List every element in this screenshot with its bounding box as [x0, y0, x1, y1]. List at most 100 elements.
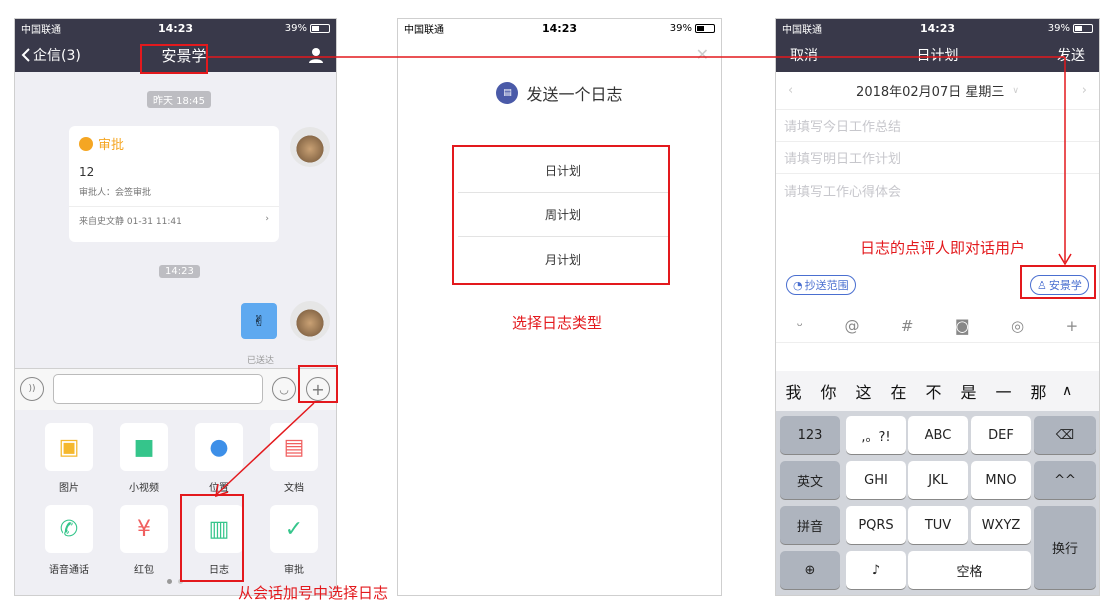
card-source: 来自史文静 01-31 11:41	[79, 217, 182, 227]
key-abc[interactable]: ABC	[908, 416, 968, 454]
tomorrow-plan-field[interactable]: 请填写明日工作计划	[776, 142, 1099, 174]
key-py[interactable]: 拼音	[780, 506, 840, 544]
backspace-icon[interactable]: ⌫	[1034, 416, 1096, 454]
sheet-header: ▤ 发送一个日志	[398, 81, 721, 105]
key-punct[interactable]: ,。?!	[846, 416, 906, 454]
highlight-title	[140, 44, 208, 74]
candidate-word[interactable]: 你	[811, 379, 846, 403]
daily-plan-screen: 中国联通 14:23 39% 取消 日计划 发送 ‹ 2018年02月07日 星…	[775, 18, 1100, 596]
grid-item-7[interactable]: ✓ 审批	[264, 505, 324, 576]
location-icon: ●	[209, 434, 229, 460]
highlight-plus	[298, 365, 338, 403]
voice-icon[interactable]: ))	[20, 377, 44, 401]
battery-icon	[310, 24, 330, 33]
sheet-title: 发送一个日志	[526, 85, 623, 104]
candidate-bar: 我你这在不是一那 ∧	[776, 371, 1099, 411]
expand-candidates-icon[interactable]: ∧	[1062, 383, 1072, 399]
key-ghi[interactable]: GHI	[846, 461, 906, 499]
key-tuv[interactable]: TUV	[908, 506, 968, 544]
attachment-toolbar: ᵕ @ # ◙ ◎ +	[776, 309, 1099, 343]
avatar[interactable]	[290, 301, 330, 341]
candidate-word[interactable]: 这	[846, 379, 881, 403]
journal-icon: ▤	[496, 82, 519, 104]
plus-icon[interactable]: +	[1066, 317, 1079, 335]
status-bar: 中国联通 14:23 39%	[776, 19, 1099, 38]
cc-scope-button[interactable]: ◔ 抄送范围	[786, 275, 856, 295]
card-content: 12	[79, 165, 95, 179]
globe-icon[interactable]: ⊕	[780, 551, 840, 589]
message-input[interactable]	[53, 374, 263, 404]
highlight-reviewer	[1020, 265, 1096, 299]
key-enter[interactable]: 换行	[1034, 506, 1096, 589]
experience-field[interactable]: 请填写工作心得体会	[776, 174, 1099, 206]
hash-icon[interactable]: #	[901, 317, 914, 335]
share-icon: ◔	[793, 278, 803, 292]
timestamp-today: 14:23	[159, 265, 200, 278]
key-jkl[interactable]: JKL	[908, 461, 968, 499]
key-num[interactable]: 123	[780, 416, 840, 454]
journal-type-screen: 中国联通 14:23 39% ✕ ▤ 发送一个日志 日计划 周计划 月计划	[397, 18, 722, 596]
highlight-journal	[180, 494, 244, 582]
grid-item-label: 文档	[284, 483, 304, 494]
send-button[interactable]: 发送	[1057, 45, 1085, 65]
camera-icon[interactable]: ◙	[955, 317, 970, 335]
composite-screenshot: 中国联通 14:23 39% 企信(3) 安景学 昨天 18:45 审批 12 …	[0, 0, 1115, 609]
key-space[interactable]: 空格	[908, 551, 1031, 589]
candidate-word[interactable]: 是	[951, 379, 986, 403]
grid-item-0[interactable]: ▣ 图片	[39, 423, 99, 494]
approval-card[interactable]: 审批 12 审批人：会签审批 来自史文静 01-31 11:41 ›	[69, 126, 279, 242]
date-selector: ‹ 2018年02月07日 星期三 ∨ ›	[776, 72, 1099, 110]
grid-item-2[interactable]: ● 位置	[189, 423, 249, 494]
chevron-right-icon: ›	[265, 214, 269, 224]
candidate-word[interactable]: 在	[881, 379, 916, 403]
today-summary-field[interactable]: 请填写今日工作总结	[776, 110, 1099, 142]
keyboard: 我你这在不是一那 ∧ 123,。?! ABC DEF ⌫ 英文 GHI JKL MNO ^^ 拼音 P…	[776, 371, 1099, 595]
emoji-icon[interactable]: ◡	[272, 377, 296, 401]
avatar[interactable]	[290, 127, 330, 167]
grid-item-1[interactable]: ■ 小视频	[114, 423, 174, 494]
chevron-down-icon[interactable]: ∨	[1012, 86, 1019, 96]
at-icon[interactable]: @	[844, 317, 859, 335]
annotation-select-type: 选择日志类型	[512, 314, 603, 332]
battery-icon	[1073, 24, 1093, 33]
grid-item-4[interactable]: ✆ 语音通话	[39, 505, 99, 576]
grid-item-label: 图片	[59, 483, 79, 494]
key-pqrs[interactable]: PQRS	[846, 506, 906, 544]
document-icon: ▤	[283, 434, 305, 460]
status-time: 14:23	[919, 22, 955, 35]
chevron-left-icon	[21, 48, 30, 62]
candidate-word[interactable]: 我	[776, 379, 811, 403]
card-title: 审批	[98, 138, 125, 153]
next-date-icon[interactable]: ›	[1082, 83, 1087, 98]
status-time: 14:23	[541, 22, 577, 35]
red-packet-icon: ¥	[137, 516, 151, 542]
video-icon: ■	[133, 434, 155, 460]
input-bar: )) ◡ +	[15, 368, 336, 410]
key-def[interactable]: DEF	[971, 416, 1031, 454]
key-wxyz[interactable]: WXYZ	[971, 506, 1031, 544]
close-icon[interactable]: ✕	[696, 45, 709, 64]
location-icon[interactable]: ◎	[1011, 317, 1024, 335]
emoji-message: ✌	[241, 303, 277, 339]
grid-item-label: 小视频	[129, 483, 159, 494]
approval-icon: ✓	[284, 516, 304, 542]
candidate-word[interactable]: 不	[916, 379, 951, 403]
status-bar: 中国联通 14:23 39%	[15, 19, 336, 38]
annotation-reviewer: 日志的点评人即对话用户	[860, 239, 1026, 257]
grid-item-3[interactable]: ▤ 文档	[264, 423, 324, 494]
plan-title: 日计划	[916, 48, 959, 64]
microphone-icon[interactable]: ♪	[846, 551, 906, 589]
candidate-word[interactable]: 一	[986, 379, 1021, 403]
prev-date-icon[interactable]: ‹	[788, 83, 793, 98]
grid-item-5[interactable]: ¥ 红包	[114, 505, 174, 576]
battery-icon	[695, 24, 715, 33]
plan-nav-bar: 取消 日计划 发送	[776, 38, 1099, 72]
key-mno[interactable]: MNO	[971, 461, 1031, 499]
profile-icon[interactable]	[308, 47, 324, 67]
key-face[interactable]: ^^	[1034, 461, 1096, 499]
candidate-word[interactable]: 那	[1021, 379, 1056, 403]
date-label[interactable]: 2018年02月07日 星期三	[856, 81, 1004, 100]
back-button[interactable]: 企信(3)	[21, 45, 81, 65]
key-en[interactable]: 英文	[780, 461, 840, 499]
smile-icon[interactable]: ᵕ	[797, 317, 803, 335]
